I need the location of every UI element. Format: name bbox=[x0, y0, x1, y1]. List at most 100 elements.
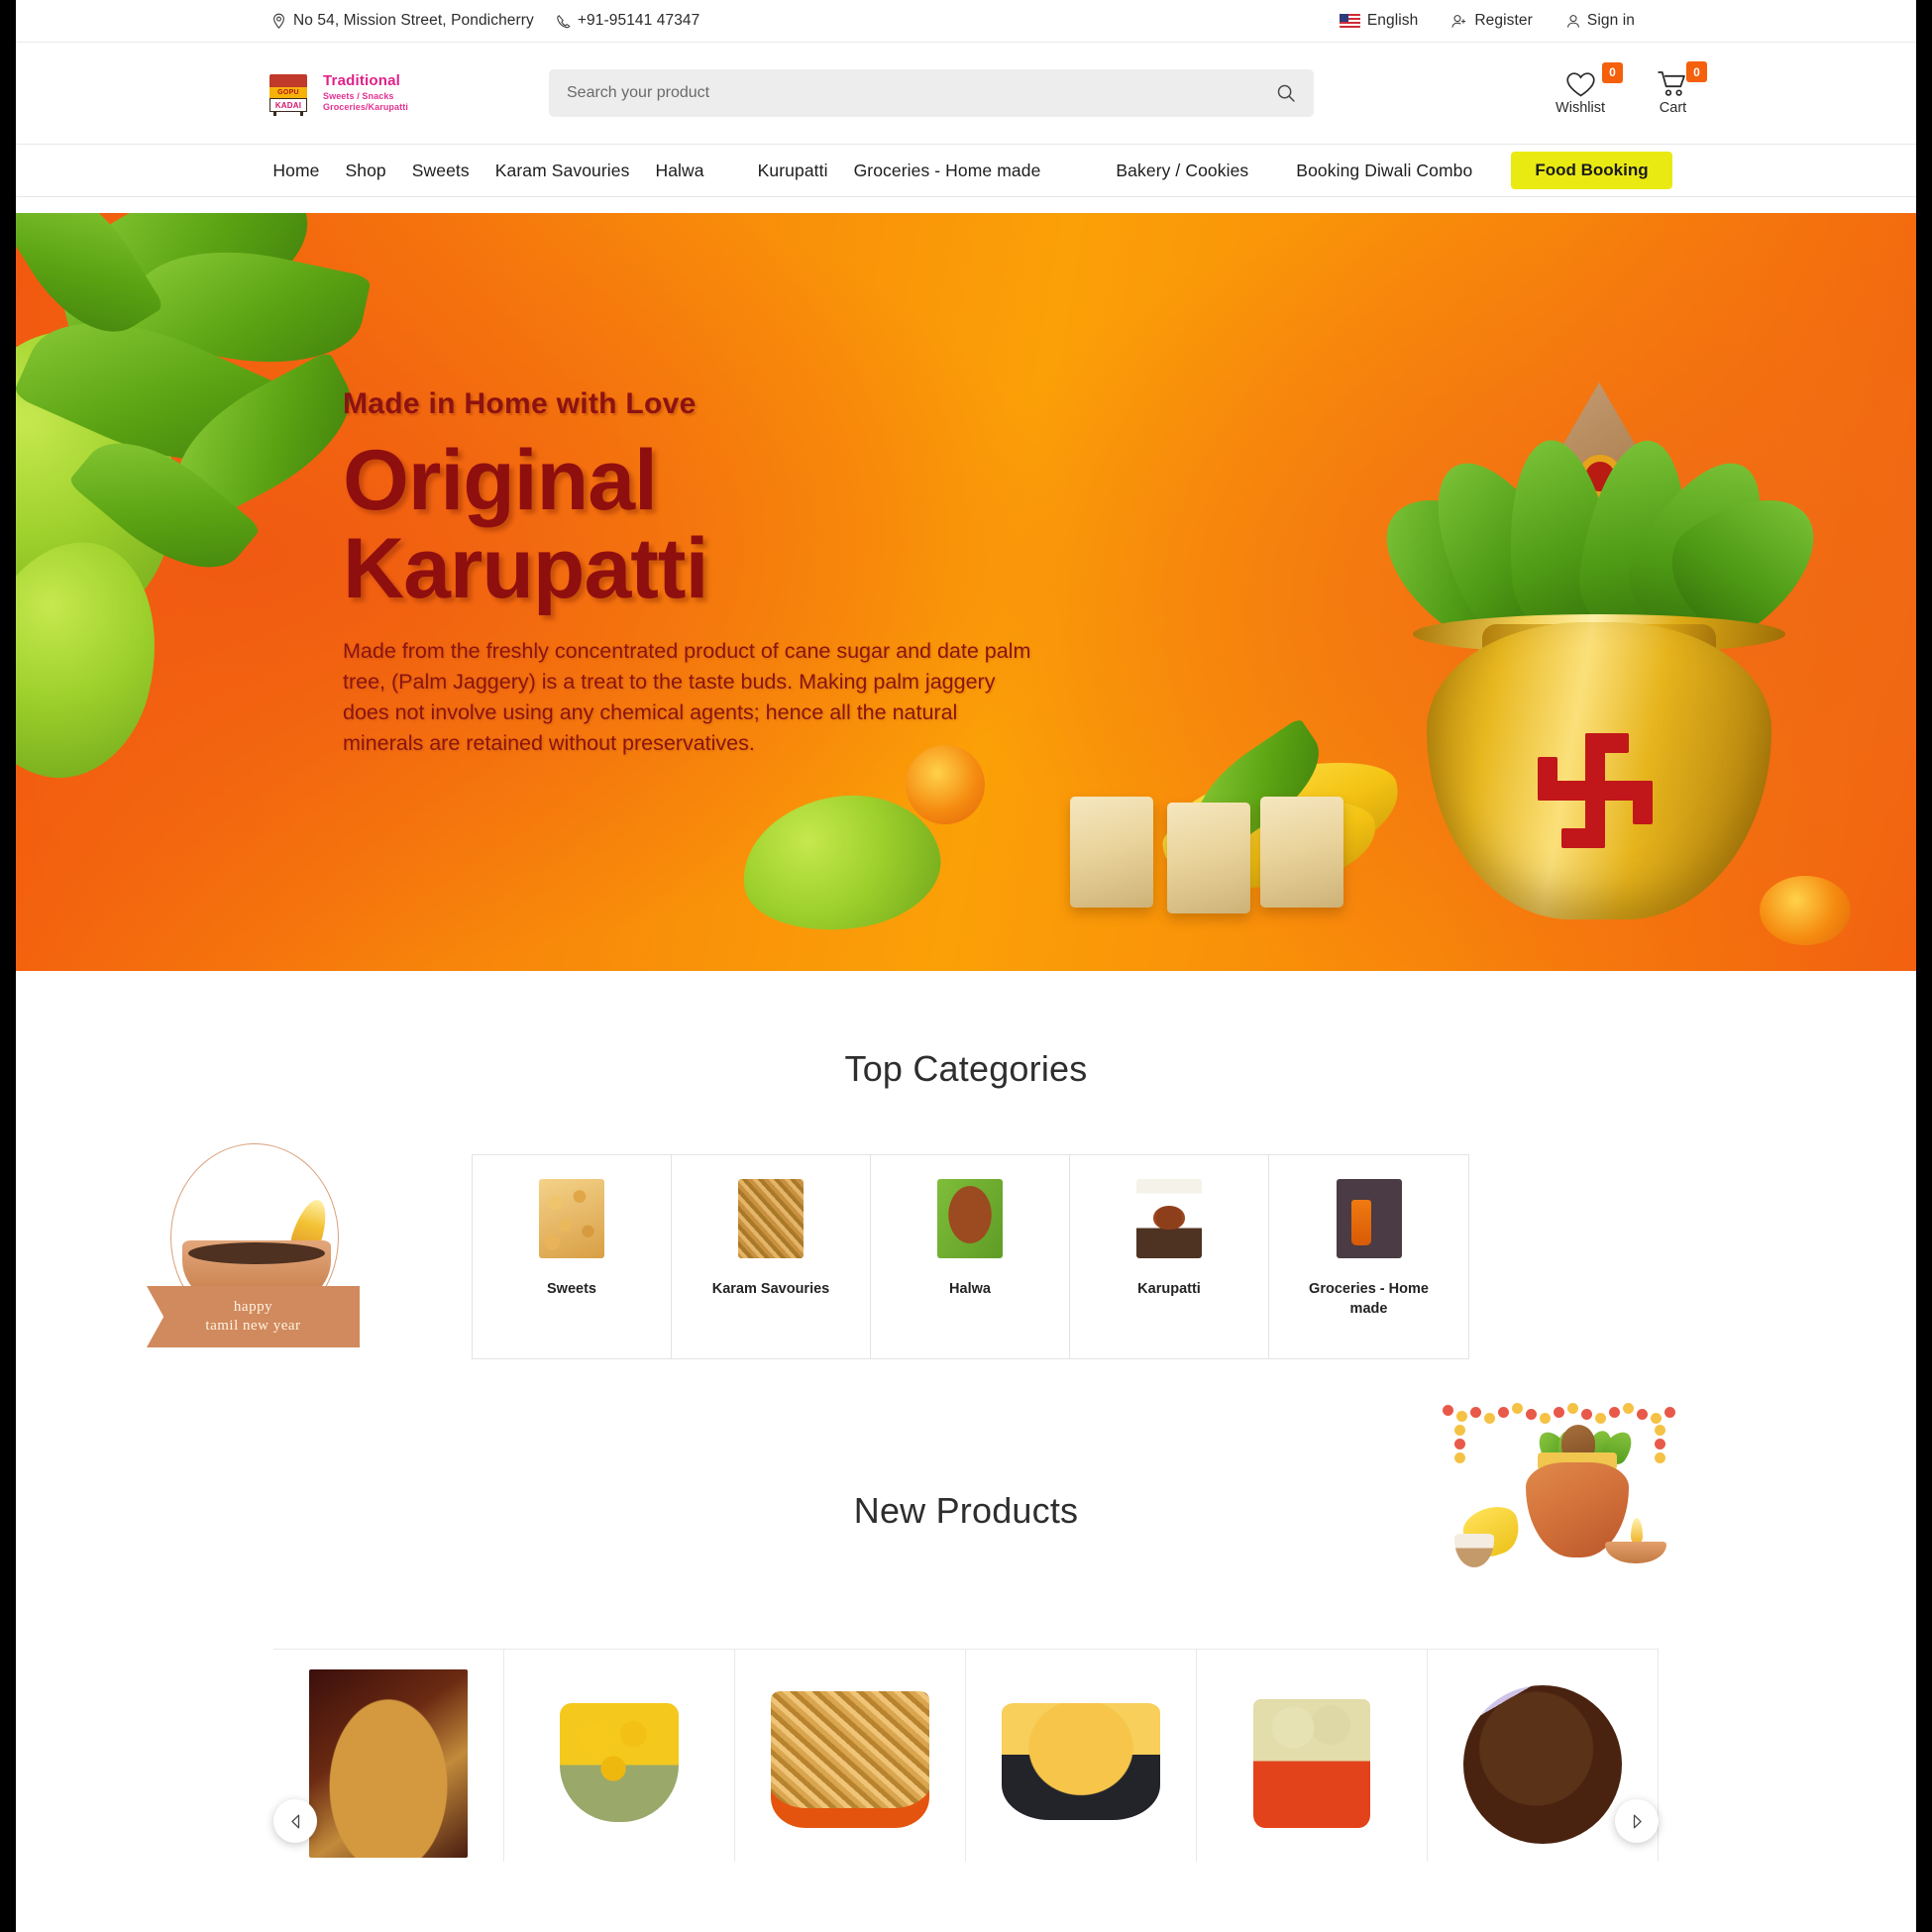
top-categories-section: Top Categories happy tamil new year Swee… bbox=[0, 971, 1932, 1407]
festive-diya-icon bbox=[1605, 1542, 1666, 1563]
search-input[interactable] bbox=[567, 84, 1276, 102]
logo-tagline: Traditional Sweets / Snacks Groceries/Ka… bbox=[323, 72, 408, 113]
tamil-new-year-diya-decoration: happy tamil new year bbox=[147, 1141, 360, 1354]
shopping-cart-icon bbox=[1657, 70, 1689, 98]
nav-item-home[interactable]: Home bbox=[260, 161, 332, 181]
diwali-kalash-decoration bbox=[1441, 1401, 1684, 1595]
store-phone-text: +91-95141 47347 bbox=[577, 12, 700, 29]
carousel-next-button[interactable] bbox=[1615, 1799, 1659, 1843]
product-search-bar[interactable] bbox=[549, 69, 1314, 117]
kalash-artwork bbox=[1358, 285, 1842, 919]
nav-item-kurupatti[interactable]: Kurupatti bbox=[745, 161, 841, 181]
product-card[interactable] bbox=[735, 1649, 966, 1862]
hero-kicker: Made in Home with Love bbox=[343, 387, 697, 420]
nav-item-karam-savouries[interactable]: Karam Savouries bbox=[483, 161, 643, 181]
banana-chips-image bbox=[1002, 1703, 1160, 1820]
hero-banner[interactable]: Made in Home with Love Original Karupatt… bbox=[16, 213, 1916, 971]
jaggery-powder-image bbox=[309, 1669, 468, 1858]
category-card-sweets[interactable]: Sweets bbox=[473, 1155, 672, 1358]
us-flag-icon bbox=[1339, 14, 1360, 28]
nav-item-bakery-cookies[interactable]: Bakery / Cookies bbox=[1103, 161, 1261, 181]
karupatti-thumbnail bbox=[1136, 1179, 1202, 1258]
language-label: English bbox=[1366, 12, 1419, 29]
utility-topbar: No 54, Mission Street, Pondicherry +91-9… bbox=[0, 0, 1932, 43]
cart-label: Cart bbox=[1659, 100, 1687, 116]
diya-text-line-1: happy bbox=[233, 1299, 273, 1316]
wishlist-button[interactable]: 0 Wishlist bbox=[1556, 61, 1623, 116]
chevron-right-icon bbox=[1633, 1814, 1642, 1828]
murukku-rings-image bbox=[560, 1703, 679, 1822]
category-card-karupatti[interactable]: Karupatti bbox=[1070, 1155, 1269, 1358]
shop-logo-icon: GOPU KADAI bbox=[268, 70, 309, 116]
phone-icon bbox=[556, 14, 571, 29]
chevron-left-icon bbox=[290, 1814, 299, 1828]
wishlist-label: Wishlist bbox=[1556, 99, 1605, 116]
hero-copy-block: Made in Home with Love Original Karupatt… bbox=[343, 387, 1036, 760]
logo-line-3: Groceries/Karupatti bbox=[323, 102, 408, 113]
category-label: Groceries - Home made bbox=[1309, 1281, 1429, 1317]
product-card[interactable] bbox=[1197, 1649, 1428, 1862]
halwa-thumbnail bbox=[937, 1179, 1003, 1258]
search-icon[interactable] bbox=[1276, 83, 1296, 103]
site-header: GOPU KADAI Traditional Sweets / Snacks G… bbox=[0, 43, 1932, 145]
register-link[interactable]: Register bbox=[1451, 12, 1533, 30]
nav-item-groceries[interactable]: Groceries - Home made bbox=[841, 161, 1054, 181]
signin-link[interactable]: Sign in bbox=[1566, 12, 1635, 30]
cart-button[interactable]: 0 Cart bbox=[1657, 61, 1707, 116]
wishlist-count-badge: 0 bbox=[1602, 61, 1623, 83]
category-label: Karam Savouries bbox=[711, 1281, 830, 1297]
nav-item-halwa[interactable]: Halwa bbox=[642, 161, 716, 181]
nav-item-shop[interactable]: Shop bbox=[332, 161, 398, 181]
karam-savouries-thumbnail bbox=[738, 1179, 804, 1258]
logo-line-2: Sweets / Snacks bbox=[323, 91, 394, 102]
category-label: Sweets bbox=[547, 1281, 596, 1297]
store-address: No 54, Mission Street, Pondicherry bbox=[271, 12, 534, 30]
nav-item-sweets[interactable]: Sweets bbox=[399, 161, 483, 181]
product-card[interactable] bbox=[504, 1649, 735, 1862]
cart-count-badge: 0 bbox=[1686, 61, 1707, 82]
category-card-groceries[interactable]: Groceries - Home made bbox=[1269, 1155, 1468, 1358]
hero-description: Made from the freshly concentrated produ… bbox=[343, 638, 1031, 756]
topbar-contact-group: No 54, Mission Street, Pondicherry +91-9… bbox=[271, 12, 699, 30]
festive-coconut-half-icon bbox=[1454, 1534, 1494, 1567]
store-address-text: No 54, Mission Street, Pondicherry bbox=[293, 12, 534, 29]
register-label: Register bbox=[1474, 12, 1533, 29]
new-products-carousel bbox=[0, 1649, 1932, 1862]
page-root: No 54, Mission Street, Pondicherry +91-9… bbox=[0, 0, 1932, 1932]
language-selector[interactable]: English bbox=[1339, 12, 1419, 30]
carousel-prev-button[interactable] bbox=[273, 1799, 317, 1843]
user-icon bbox=[1566, 14, 1580, 29]
category-label: Halwa bbox=[949, 1281, 991, 1297]
swastik-symbol-icon bbox=[1538, 733, 1653, 848]
location-pin-icon bbox=[271, 13, 286, 30]
store-phone[interactable]: +91-95141 47347 bbox=[556, 12, 699, 30]
logo-line-1: Traditional bbox=[323, 72, 401, 90]
food-booking-button[interactable]: Food Booking bbox=[1511, 152, 1672, 189]
frame-edge-right bbox=[1916, 0, 1932, 1932]
header-actions: 0 Wishlist 0 Cart bbox=[1556, 61, 1707, 116]
hero-title: Original Karupatti bbox=[343, 433, 708, 617]
sev-mixture-image bbox=[771, 1691, 929, 1828]
new-products-section: New Products bbox=[0, 1403, 1932, 1862]
user-add-icon bbox=[1451, 14, 1467, 29]
diya-ribbon-banner: happy tamil new year bbox=[147, 1286, 360, 1347]
logo-shop-name: KADAI bbox=[269, 98, 307, 112]
kozhukattai-bucket-image bbox=[1253, 1699, 1370, 1828]
category-label: Karupatti bbox=[1137, 1281, 1201, 1297]
category-card-halwa[interactable]: Halwa bbox=[871, 1155, 1070, 1358]
category-card-grid: Sweets Karam Savouries Halwa Karupatti G… bbox=[472, 1154, 1469, 1359]
groceries-thumbnail bbox=[1336, 1179, 1402, 1258]
heart-icon bbox=[1565, 71, 1596, 98]
diya-text-line-2: tamil new year bbox=[205, 1318, 301, 1334]
frame-edge-left bbox=[0, 0, 16, 1932]
nav-item-booking-diwali-combo[interactable]: Booking Diwali Combo bbox=[1283, 161, 1485, 181]
product-card[interactable] bbox=[966, 1649, 1197, 1862]
signin-label: Sign in bbox=[1586, 12, 1635, 29]
top-categories-title: Top Categories bbox=[844, 1048, 1088, 1089]
site-logo[interactable]: GOPU KADAI Traditional Sweets / Snacks G… bbox=[268, 70, 408, 116]
main-navigation: Home Shop Sweets Karam Savouries Halwa K… bbox=[0, 145, 1932, 197]
category-card-karam-savouries[interactable]: Karam Savouries bbox=[672, 1155, 871, 1358]
sweets-thumbnail bbox=[539, 1179, 604, 1258]
topbar-account-group: English Register Sign in bbox=[1339, 12, 1635, 30]
halwa-ball-image bbox=[1463, 1685, 1622, 1844]
